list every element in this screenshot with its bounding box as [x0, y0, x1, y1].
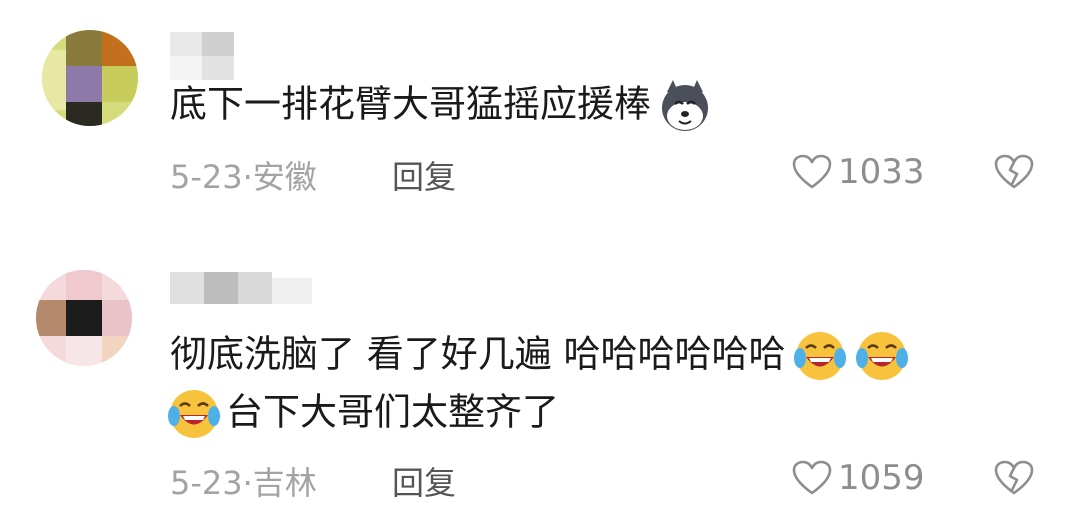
meta-separator: · [242, 464, 253, 502]
comment-text: 彻底洗脑了 看了好几遍 哈哈哈哈哈哈 [170, 328, 910, 384]
broken-heart-icon [994, 154, 1034, 189]
like-button[interactable]: 1033 [792, 152, 925, 192]
dislike-button[interactable] [994, 460, 1034, 500]
comment-location: 安徽 [252, 158, 317, 196]
laugh-cry-emoji [854, 328, 910, 384]
comment-text-line: 底下一排花臂大哥猛摇应援棒 [170, 82, 651, 126]
comment-item: 彻底洗脑了 看了好几遍 哈哈哈哈哈哈 台下大哥们太整齐了 5-23·吉林 回复 … [0, 240, 1080, 530]
avatar[interactable] [36, 270, 132, 366]
like-button[interactable]: 1059 [792, 458, 925, 498]
comment-text-line: 台下大哥们太整齐了 [226, 390, 559, 434]
like-count: 1059 [838, 458, 925, 498]
reply-button[interactable]: 回复 [392, 458, 456, 504]
comment-text: 底下一排花臂大哥猛摇应援棒 [170, 78, 713, 134]
laugh-cry-emoji [166, 386, 222, 442]
like-count: 1033 [838, 152, 925, 192]
comment-meta: 5-23·安徽 [170, 152, 317, 198]
meta-separator: · [242, 158, 253, 196]
avatar[interactable] [42, 30, 138, 126]
comment-date: 5-23 [170, 464, 243, 502]
heart-outline-icon [792, 460, 832, 495]
comment-item: 底下一排花臂大哥猛摇应援棒 5-23·安徽 回复 1033 [0, 0, 1080, 230]
laugh-cry-emoji [792, 328, 848, 384]
dislike-button[interactable] [994, 154, 1034, 194]
comment-text: 台下大哥们太整齐了 [166, 386, 559, 442]
comment-meta: 5-23·吉林 [170, 458, 317, 504]
comment-location: 吉林 [252, 464, 317, 502]
husky-emoji [657, 78, 713, 134]
comment-date: 5-23 [170, 158, 243, 196]
heart-outline-icon [792, 154, 832, 189]
broken-heart-icon [994, 460, 1034, 495]
comment-text-line: 彻底洗脑了 看了好几遍 哈哈哈哈哈哈 [170, 332, 786, 376]
reply-button[interactable]: 回复 [392, 152, 456, 198]
